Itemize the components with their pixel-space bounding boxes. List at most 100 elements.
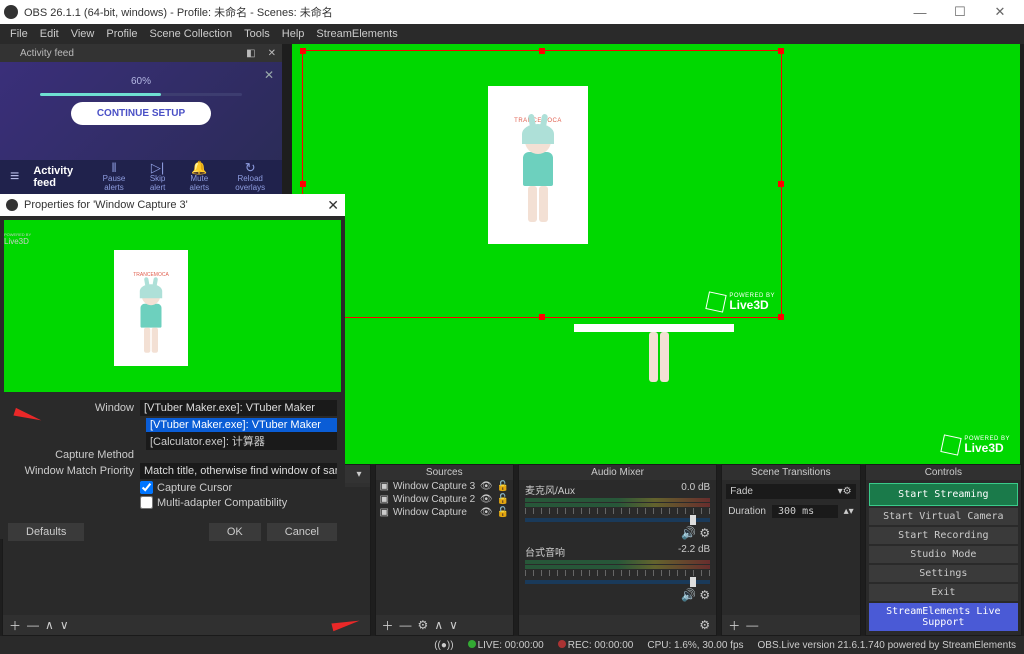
transitions-panel: Scene Transitions Fade▾ ⚙ Duration300 ms… bbox=[721, 464, 860, 636]
source-up-icon[interactable]: ∧ bbox=[434, 618, 443, 632]
lock-icon[interactable]: 🔓 bbox=[497, 481, 509, 492]
live-status: LIVE: 00:00:00 bbox=[478, 640, 544, 651]
channel-db: -2.2 dB bbox=[678, 544, 710, 559]
minimize-button[interactable]: — bbox=[900, 5, 940, 20]
channel-name: 麦克风/Aux bbox=[525, 482, 575, 497]
source-down-icon[interactable]: ∨ bbox=[449, 618, 458, 632]
dropdown-option-vtuber[interactable]: [VTuber Maker.exe]: VTuber Maker bbox=[146, 418, 337, 432]
scene-up-icon[interactable]: ∧ bbox=[45, 618, 54, 632]
remove-scene-icon[interactable]: — bbox=[27, 618, 39, 632]
menu-help[interactable]: Help bbox=[282, 28, 305, 40]
menu-edit[interactable]: Edit bbox=[40, 28, 59, 40]
window-titlebar: OBS 26.1.1 (64-bit, windows) - Profile: … bbox=[0, 0, 1024, 24]
exit-button[interactable]: Exit bbox=[869, 584, 1018, 601]
menubar: File Edit View Profile Scene Collection … bbox=[0, 24, 1024, 44]
scene-down-icon[interactable]: ∨ bbox=[60, 618, 69, 632]
add-transition-icon[interactable]: ＋ bbox=[728, 617, 740, 634]
properties-dialog: Properties for 'Window Capture 3' ✕ TRAN… bbox=[0, 194, 345, 539]
menu-view[interactable]: View bbox=[71, 28, 95, 40]
close-button[interactable]: ✕ bbox=[980, 4, 1020, 20]
capture-cursor-checkbox[interactable] bbox=[140, 481, 153, 494]
start-streaming-button[interactable]: Start Streaming bbox=[869, 483, 1018, 506]
mixer-settings-icon[interactable]: ⚙ bbox=[699, 618, 710, 632]
window-select[interactable]: [VTuber Maker.exe]: VTuber Maker bbox=[140, 400, 337, 416]
volume-slider[interactable] bbox=[525, 580, 710, 584]
source-settings-icon[interactable]: ⚙ bbox=[418, 618, 429, 632]
maximize-button[interactable]: ☐ bbox=[940, 4, 980, 20]
settings-button[interactable]: Settings bbox=[869, 565, 1018, 582]
dock-close-icon[interactable]: ✕ bbox=[262, 48, 282, 59]
continue-setup-button[interactable]: CONTINUE SETUP bbox=[71, 102, 211, 125]
remove-transition-icon[interactable]: — bbox=[746, 618, 758, 632]
transition-select[interactable]: Fade▾ ⚙ bbox=[726, 484, 855, 499]
source-item[interactable]: ▣Window Capture 2👁🔓 bbox=[376, 493, 513, 506]
reload-overlays-button[interactable]: ↻Reload overlays bbox=[228, 161, 272, 193]
mixer-title: Audio Mixer bbox=[519, 465, 716, 480]
extended-content bbox=[574, 324, 734, 332]
gear-icon[interactable]: ⚙ bbox=[699, 526, 710, 540]
volume-slider[interactable] bbox=[525, 518, 710, 522]
rec-status: REC: 00:00:00 bbox=[568, 640, 634, 651]
vtuber-window: TRANCEMOCA bbox=[488, 86, 588, 244]
preview-area[interactable]: POWERED BYLive3D TRANCEMOCA POWERED BYLi… bbox=[292, 44, 1020, 464]
cancel-button[interactable]: Cancel bbox=[267, 523, 337, 541]
setup-progress bbox=[40, 93, 242, 96]
broadcast-icon: ((●)) bbox=[434, 640, 453, 651]
multi-adapter-checkbox[interactable] bbox=[140, 496, 153, 509]
channel-name: 台式音响 bbox=[525, 544, 565, 559]
obs-icon bbox=[6, 199, 18, 211]
start-virtual-camera-button[interactable]: Start Virtual Camera bbox=[869, 508, 1018, 525]
gear-icon[interactable]: ⚙ bbox=[843, 486, 852, 497]
start-recording-button[interactable]: Start Recording bbox=[869, 527, 1018, 544]
window-dropdown[interactable]: [VTuber Maker.exe]: VTuber Maker [Calcul… bbox=[146, 418, 337, 450]
add-source-icon[interactable]: ＋ bbox=[382, 617, 394, 634]
status-bar: ((●)) LIVE: 00:00:00 REC: 00:00:00 CPU: … bbox=[0, 636, 1024, 654]
match-priority-label: Window Match Priority bbox=[8, 465, 140, 477]
lock-icon[interactable]: 🔓 bbox=[497, 494, 509, 505]
dock-tab[interactable]: Activity feed bbox=[0, 48, 94, 59]
source-item[interactable]: ▣Window Capture👁🔓 bbox=[376, 506, 513, 519]
hamburger-icon[interactable]: ≡ bbox=[10, 168, 19, 186]
activity-feed-label: Activity feed bbox=[33, 165, 83, 189]
speaker-icon[interactable]: 🔊 bbox=[681, 526, 696, 540]
visibility-icon[interactable]: 👁 bbox=[480, 507, 493, 518]
dialog-close-button[interactable]: ✕ bbox=[327, 197, 339, 214]
source-item[interactable]: ▣Window Capture 3👁🔓 bbox=[376, 480, 513, 493]
live3d-logo: POWERED BYLive3D bbox=[942, 436, 1010, 454]
defaults-button[interactable]: Defaults bbox=[8, 523, 84, 541]
gear-icon[interactable]: ⚙ bbox=[699, 588, 710, 602]
feed-close-icon[interactable]: ✕ bbox=[264, 68, 274, 82]
streamelements-support-button[interactable]: StreamElements Live Support bbox=[869, 603, 1018, 631]
remove-source-icon[interactable]: — bbox=[400, 618, 412, 632]
sources-title: Sources bbox=[376, 465, 513, 480]
capture-method-label: Capture Method bbox=[8, 449, 140, 461]
mute-alerts-button[interactable]: 🔔Mute alerts bbox=[184, 161, 214, 193]
channel-db: 0.0 dB bbox=[681, 482, 710, 497]
transitions-title: Scene Transitions bbox=[722, 465, 859, 480]
speaker-icon[interactable]: 🔊 bbox=[681, 588, 696, 602]
avatar-legs-overflow bbox=[634, 332, 684, 392]
studio-mode-button[interactable]: Studio Mode bbox=[869, 546, 1018, 563]
visibility-icon[interactable]: 👁 bbox=[480, 481, 493, 492]
controls-title: Controls bbox=[866, 465, 1021, 480]
live3d-cube-icon bbox=[706, 291, 727, 312]
menu-scene-collection[interactable]: Scene Collection bbox=[150, 28, 233, 40]
menu-file[interactable]: File bbox=[10, 28, 28, 40]
skip-alert-button[interactable]: ▷|Skip alert bbox=[145, 161, 170, 193]
pause-alerts-button[interactable]: ‖Pause alerts bbox=[97, 161, 131, 193]
controls-panel: Controls Start Streaming Start Virtual C… bbox=[865, 464, 1022, 636]
visibility-icon[interactable]: 👁 bbox=[480, 494, 493, 505]
menu-profile[interactable]: Profile bbox=[106, 28, 137, 40]
menu-tools[interactable]: Tools bbox=[244, 28, 270, 40]
lock-icon[interactable]: 🔓 bbox=[497, 507, 509, 518]
ok-button[interactable]: OK bbox=[209, 523, 261, 541]
duration-input[interactable]: 300 ms bbox=[772, 505, 838, 518]
audio-mixer-panel: Audio Mixer 麦克风/Aux 0.0 dB 🔊 ⚙ 台式音响 -2.2 d… bbox=[518, 464, 717, 636]
window-title: OBS 26.1.1 (64-bit, windows) - Profile: … bbox=[24, 4, 333, 20]
live3d-cube-icon bbox=[941, 434, 962, 455]
match-priority-select[interactable]: Match title, otherwise find window of sa… bbox=[140, 463, 337, 479]
dropdown-option-calculator[interactable]: [Calculator.exe]: 计算器 bbox=[146, 432, 337, 450]
add-scene-icon[interactable]: ＋ bbox=[9, 617, 21, 634]
menu-streamelements[interactable]: StreamElements bbox=[316, 28, 397, 40]
dock-undock-icon[interactable]: ◧ bbox=[240, 48, 261, 59]
